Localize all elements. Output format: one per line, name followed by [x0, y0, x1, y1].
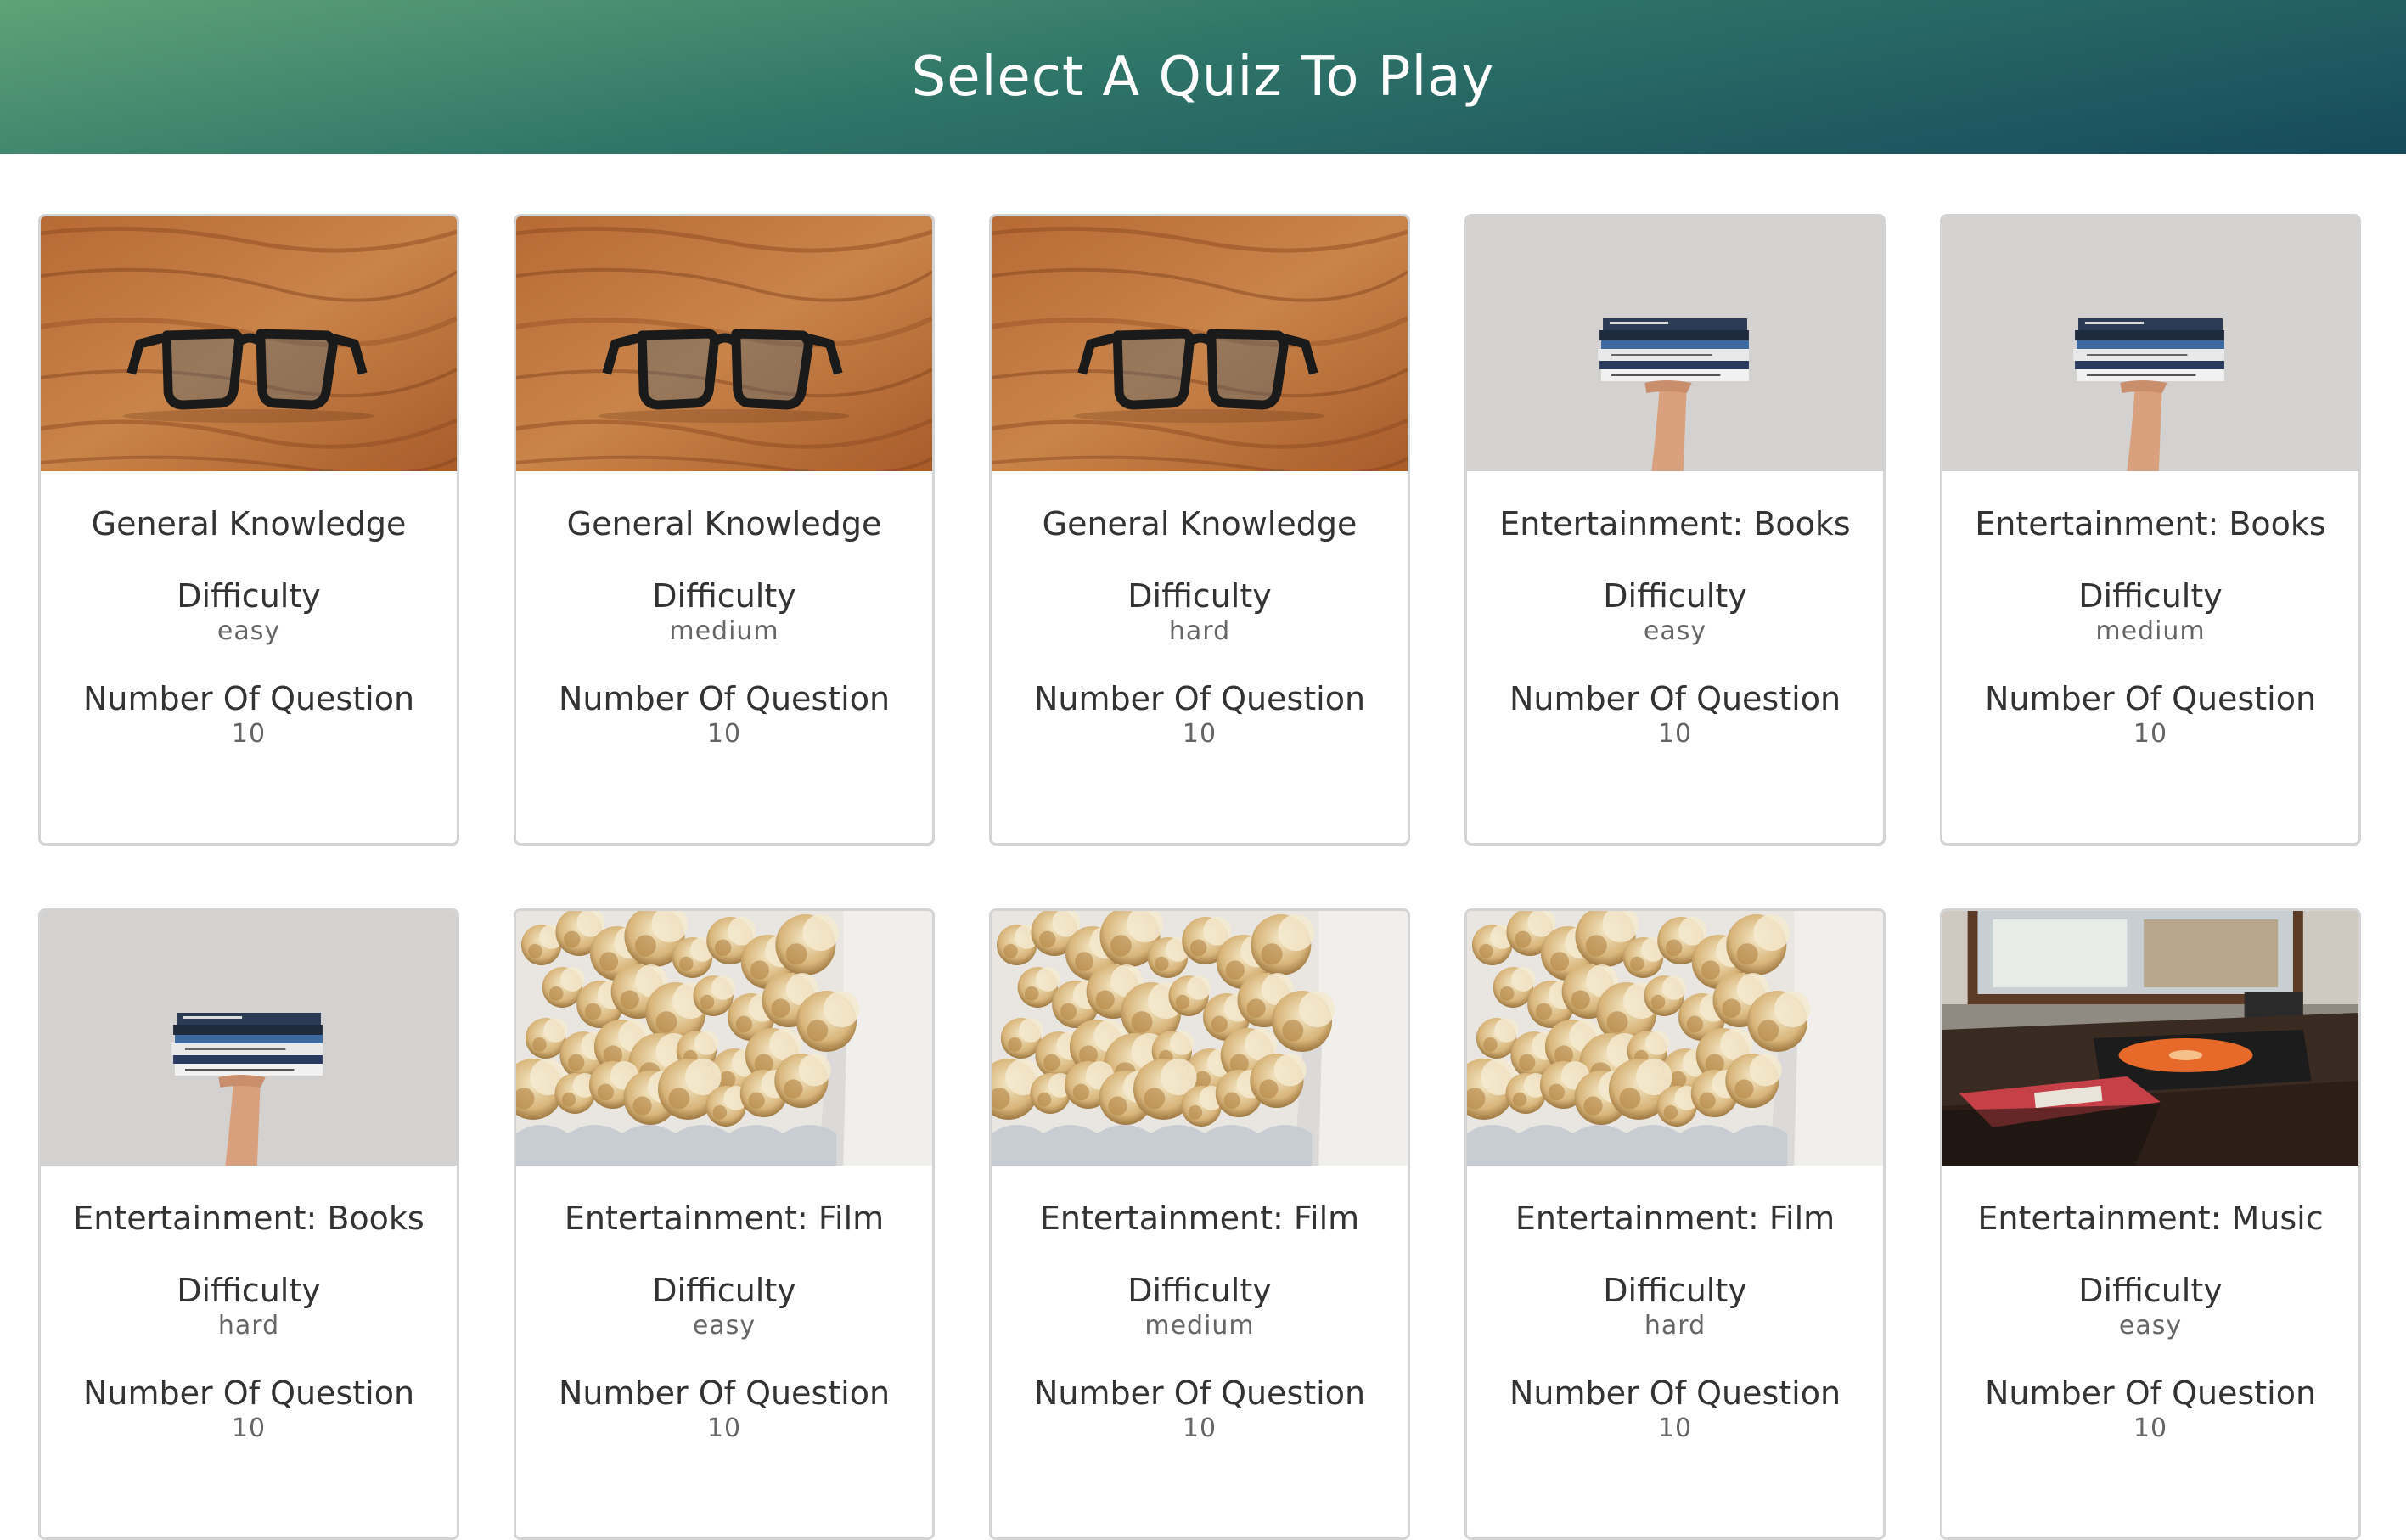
glasses-photo — [516, 216, 932, 471]
quiz-card[interactable]: Entertainment: Film Difficulty easy Numb… — [514, 908, 935, 1540]
quiz-card-body: General Knowledge Difficulty easy Number… — [41, 503, 457, 750]
popcorn-photo — [992, 911, 1408, 1166]
difficulty-value: hard — [1644, 1311, 1706, 1340]
difficulty-value: easy — [2118, 1311, 2183, 1340]
questions-label: Number Of Question — [1033, 680, 1366, 717]
quiz-category: Entertainment: Books — [73, 1200, 424, 1237]
quiz-category: Entertainment: Books — [1975, 505, 2326, 542]
quiz-card[interactable]: Entertainment: Books Difficulty medium N… — [1940, 214, 2361, 846]
quiz-category: Entertainment: Film — [1515, 1200, 1835, 1237]
quiz-card-body: Entertainment: Books Difficulty easy Num… — [1467, 503, 1883, 750]
questions-label: Number Of Question — [1984, 1374, 2317, 1412]
books-photo — [1467, 216, 1883, 471]
difficulty-label: Difficulty — [1603, 577, 1747, 615]
questions-label: Number Of Question — [82, 1374, 415, 1412]
difficulty-value: hard — [1168, 616, 1231, 646]
quiz-card[interactable]: Entertainment: Books Difficulty easy Num… — [1464, 214, 1886, 846]
glasses-photo — [41, 216, 457, 471]
record-player-photo — [1942, 911, 2358, 1166]
quiz-category: General Knowledge — [1042, 505, 1358, 542]
difficulty-label: Difficulty — [652, 577, 796, 615]
difficulty-label: Difficulty — [1603, 1272, 1747, 1309]
quiz-card[interactable]: General Knowledge Difficulty easy Number… — [38, 214, 459, 846]
questions-value: 10 — [2133, 1414, 2168, 1443]
quiz-card-body: General Knowledge Difficulty hard Number… — [992, 503, 1408, 750]
questions-value: 10 — [1182, 719, 1217, 749]
quiz-card-body: Entertainment: Film Difficulty easy Numb… — [516, 1198, 932, 1444]
difficulty-label: Difficulty — [1127, 1272, 1272, 1309]
quiz-card-body: Entertainment: Film Difficulty medium Nu… — [992, 1198, 1408, 1444]
difficulty-value: easy — [1643, 616, 1707, 646]
books-photo — [41, 911, 457, 1166]
questions-value: 10 — [231, 1414, 267, 1443]
quiz-card-body: Entertainment: Books Difficulty hard Num… — [41, 1198, 457, 1444]
popcorn-photo — [516, 911, 932, 1166]
quiz-category: Entertainment: Music — [1977, 1200, 2324, 1237]
difficulty-label: Difficulty — [177, 1272, 321, 1309]
difficulty-value: medium — [669, 616, 779, 646]
difficulty-label: Difficulty — [177, 577, 321, 615]
quiz-category: General Knowledge — [91, 505, 407, 542]
difficulty-value: medium — [1144, 1311, 1255, 1340]
questions-value: 10 — [1657, 719, 1693, 749]
quiz-card-body: General Knowledge Difficulty medium Numb… — [516, 503, 932, 750]
questions-value: 10 — [1657, 1414, 1693, 1443]
questions-label: Number Of Question — [1984, 680, 2317, 717]
quiz-card[interactable]: General Knowledge Difficulty medium Numb… — [514, 214, 935, 846]
questions-value: 10 — [706, 719, 742, 749]
quiz-category: Entertainment: Books — [1499, 505, 1851, 542]
quiz-card-body: Entertainment: Film Difficulty hard Numb… — [1467, 1198, 1883, 1444]
difficulty-label: Difficulty — [1127, 577, 1272, 615]
quiz-card[interactable]: General Knowledge Difficulty hard Number… — [989, 214, 1410, 846]
questions-label: Number Of Question — [82, 680, 415, 717]
difficulty-value: medium — [2095, 616, 2206, 646]
questions-label: Number Of Question — [1509, 1374, 1841, 1412]
glasses-photo — [992, 216, 1408, 471]
questions-label: Number Of Question — [1509, 680, 1841, 717]
difficulty-value: hard — [217, 1311, 280, 1340]
quiz-card[interactable]: Entertainment: Film Difficulty medium Nu… — [989, 908, 1410, 1540]
difficulty-value: easy — [216, 616, 281, 646]
quiz-category: Entertainment: Film — [1039, 1200, 1360, 1237]
questions-value: 10 — [1182, 1414, 1217, 1443]
page-title: Select A Quiz To Play — [911, 45, 1495, 109]
difficulty-value: easy — [692, 1311, 756, 1340]
quiz-card-body: Entertainment: Books Difficulty medium N… — [1942, 503, 2358, 750]
quiz-card[interactable]: Entertainment: Film Difficulty hard Numb… — [1464, 908, 1886, 1540]
quiz-card[interactable]: Entertainment: Music Difficulty easy Num… — [1940, 908, 2361, 1540]
difficulty-label: Difficulty — [2078, 577, 2223, 615]
difficulty-label: Difficulty — [2078, 1272, 2223, 1309]
questions-label: Number Of Question — [1033, 1374, 1366, 1412]
questions-label: Number Of Question — [558, 680, 891, 717]
books-photo — [1942, 216, 2358, 471]
questions-label: Number Of Question — [558, 1374, 891, 1412]
page-header: Select A Quiz To Play — [0, 0, 2406, 154]
questions-value: 10 — [706, 1414, 742, 1443]
popcorn-photo — [1467, 911, 1883, 1166]
questions-value: 10 — [2133, 719, 2168, 749]
difficulty-label: Difficulty — [652, 1272, 796, 1309]
quiz-category: General Knowledge — [566, 505, 882, 542]
questions-value: 10 — [231, 719, 267, 749]
quiz-card-body: Entertainment: Music Difficulty easy Num… — [1942, 1198, 2358, 1444]
quiz-category: Entertainment: Film — [564, 1200, 885, 1237]
quiz-card[interactable]: Entertainment: Books Difficulty hard Num… — [38, 908, 459, 1540]
